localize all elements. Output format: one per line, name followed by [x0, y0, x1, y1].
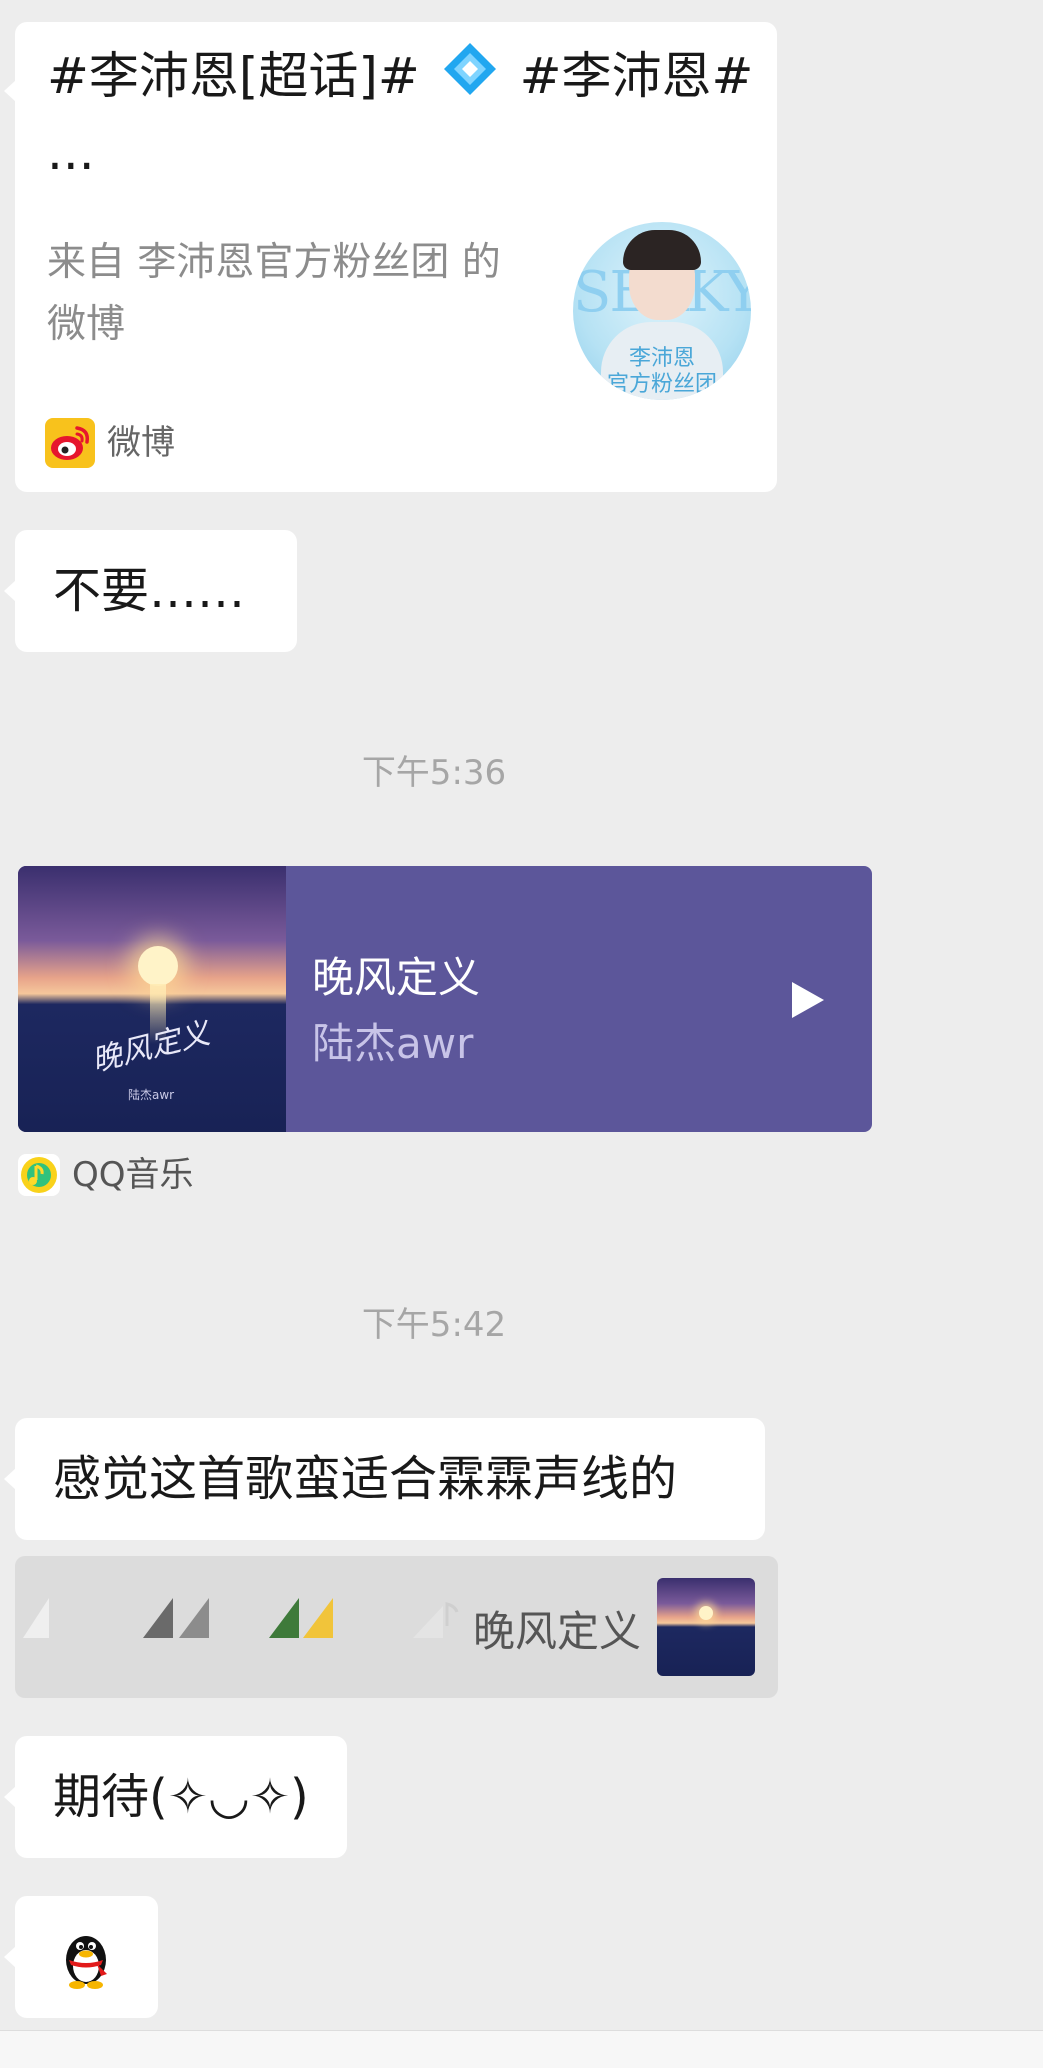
quoted-message[interactable]: 晚风定义: [15, 1556, 778, 1698]
quote-album-thumbnail: [657, 1578, 755, 1676]
avatar-caption-2: 官方粉丝团: [606, 372, 717, 397]
avatar-hair: [623, 230, 701, 270]
timestamp: 下午5:42: [361, 1305, 507, 1345]
weibo-topic-hashtag: #李沛恩#: [519, 47, 754, 105]
cover-artist-small: 陆杰awr: [128, 1088, 175, 1102]
music-source-label: QQ音乐: [72, 1155, 194, 1195]
message-text: 感觉这首歌蛮适合霖霖声线的: [53, 1451, 678, 1507]
chat-bubble[interactable]: 期待(✧◡✧): [4, 1736, 347, 1858]
weibo-card-desc-line1: 来自 李沛恩官方粉丝团 的: [47, 240, 501, 285]
weibo-topic-title: #李沛恩[超话]#: [47, 47, 420, 105]
sun-shape: [138, 946, 178, 986]
emoji-bubble[interactable]: [4, 1896, 158, 2018]
weibo-card-desc-line2: 微博: [47, 302, 126, 347]
weibo-share-card[interactable]: #李沛恩[超话]# #李沛恩# ... 来自 李沛恩官方粉丝团 的 微博 SEA…: [4, 22, 777, 492]
song-title: 晚风定义: [312, 953, 481, 1002]
message-text: 期待(✧◡✧): [53, 1769, 309, 1825]
thumb-sun: [699, 1606, 713, 1620]
chat-bubble[interactable]: 不要……: [4, 530, 297, 652]
super-topic-icon: [442, 41, 498, 118]
quote-song-title: 晚风定义: [473, 1607, 642, 1656]
message-text: 不要……: [53, 563, 246, 619]
timestamp: 下午5:36: [361, 753, 507, 793]
weibo-source-label: 微博: [107, 423, 175, 463]
weibo-card-ellipsis: ...: [47, 123, 95, 181]
music-share-card[interactable]: 晚风定义 陆杰awr 晚风定义 陆杰awr: [18, 866, 872, 1132]
weibo-logo-icon: [45, 418, 95, 468]
qq-penguin-icon: [55, 1926, 117, 1990]
weibo-card-title: #李沛恩[超话]# #李沛恩#: [47, 38, 767, 118]
input-bar-edge: [0, 2030, 1043, 2068]
fan-club-avatar: SEAKY 李沛恩 官方粉丝团: [573, 222, 751, 400]
song-artist: 陆杰awr: [312, 1019, 474, 1068]
play-icon[interactable]: [790, 980, 826, 1020]
album-cover: 晚风定义 陆杰awr: [18, 866, 286, 1132]
quote-preview-glyphs: [23, 1592, 463, 1644]
qq-music-logo-icon: [18, 1154, 60, 1196]
chat-bubble[interactable]: 感觉这首歌蛮适合霖霖声线的: [4, 1418, 765, 1540]
